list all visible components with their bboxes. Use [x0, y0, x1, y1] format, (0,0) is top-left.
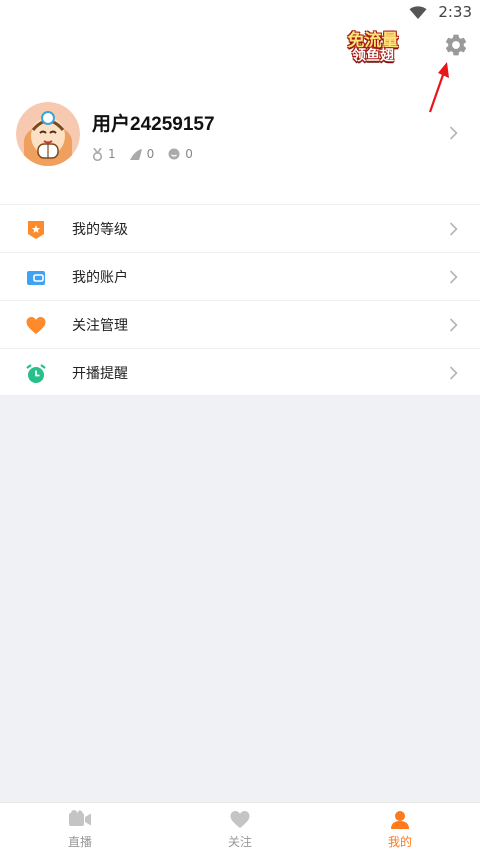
fin-icon — [129, 148, 142, 160]
wallet-icon — [27, 271, 45, 285]
tab-live-label: 直播 — [67, 835, 92, 849]
chevron-right-icon — [449, 270, 458, 284]
person-icon — [391, 811, 409, 829]
chevron-right-icon — [449, 318, 458, 332]
menu-item-follow-management[interactable]: 关注管理 — [0, 300, 480, 348]
stat-medal: 1 — [92, 147, 116, 161]
tab-mine-label: 我的 — [387, 835, 412, 849]
heart-icon — [230, 811, 250, 828]
promo-banner[interactable]: 免流量 领鱼翅 — [338, 26, 408, 64]
stat-medal-value: 1 — [108, 147, 116, 161]
menu-item-live-reminder[interactable]: 开播提醒 — [0, 348, 480, 396]
tab-follow-label: 关注 — [227, 835, 252, 849]
tab-mine[interactable]: 我的 — [320, 803, 480, 853]
video-camera-icon — [69, 810, 91, 826]
status-time: 2:33 — [438, 3, 472, 21]
content-background — [0, 396, 480, 802]
menu-list: 我的等级 我的账户 关注管理 开播提醒 — [0, 204, 480, 396]
menu-label-level: 我的等级 — [72, 222, 128, 238]
stat-coin: 0 — [168, 147, 193, 161]
profile-header[interactable]: 用户24259157 1 0 0 — [0, 95, 480, 200]
menu-label-follow-management: 关注管理 — [72, 318, 128, 334]
chevron-right-icon — [449, 366, 458, 380]
level-badge-icon — [28, 221, 44, 239]
stat-fin: 0 — [129, 147, 155, 161]
avatar[interactable] — [16, 102, 80, 166]
medal-icon — [92, 147, 103, 161]
menu-label-live-reminder: 开播提醒 — [72, 366, 128, 382]
username: 用户24259157 — [92, 114, 215, 135]
status-bar: 2:33 — [0, 0, 480, 24]
menu-item-level[interactable]: 我的等级 — [0, 204, 480, 252]
promo-line-2: 领鱼翅 — [352, 48, 394, 64]
alarm-clock-icon — [26, 364, 46, 383]
bottom-tab-bar: 直播 关注 我的 — [0, 802, 480, 853]
avatar-monkey-icon — [16, 102, 80, 166]
chevron-right-icon — [449, 126, 458, 140]
profile-stats: 1 0 0 — [92, 145, 207, 163]
coin-icon — [168, 148, 180, 160]
tab-live[interactable]: 直播 — [0, 803, 160, 853]
menu-label-account: 我的账户 — [72, 270, 128, 286]
menu-item-account[interactable]: 我的账户 — [0, 252, 480, 300]
chevron-right-icon — [449, 222, 458, 236]
stat-coin-value: 0 — [185, 147, 193, 161]
stat-fin-value: 0 — [146, 147, 155, 161]
settings-gear-icon[interactable] — [443, 32, 469, 58]
heart-icon — [26, 317, 46, 334]
wifi-icon — [409, 6, 427, 19]
tab-follow[interactable]: 关注 — [160, 803, 320, 853]
